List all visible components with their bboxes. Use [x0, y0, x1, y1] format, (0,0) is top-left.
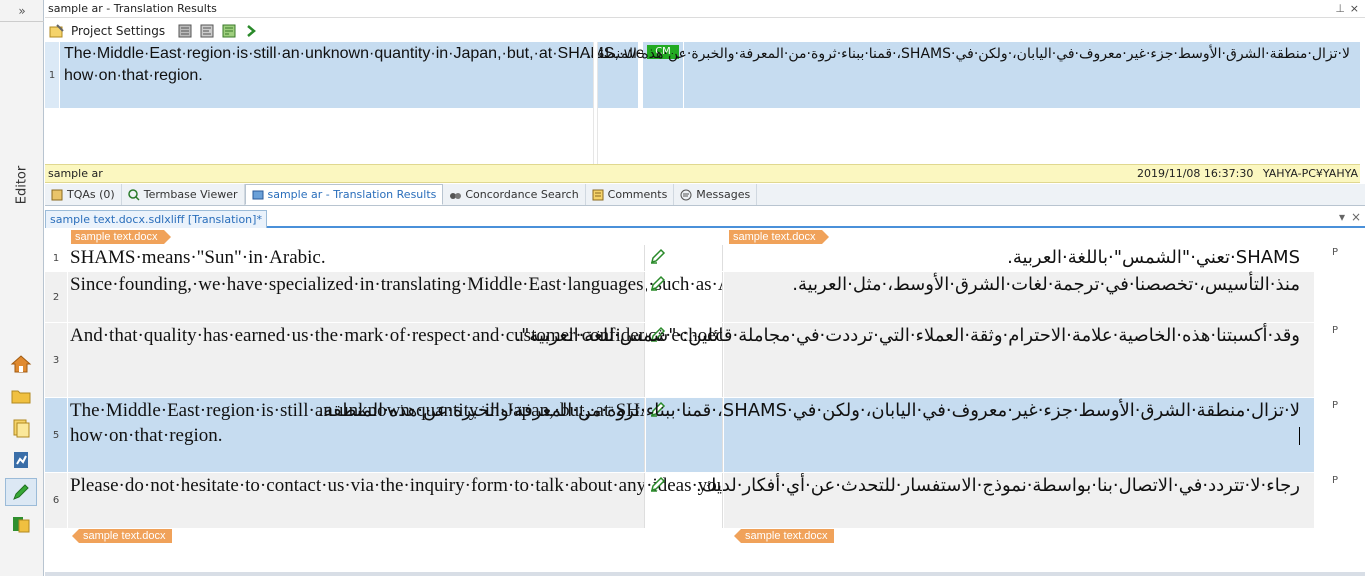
segment-target-editing[interactable]: لا·تزال·منطقة·الشرق·الأوسط·جزء·غير·معروف… [318, 398, 1314, 472]
translation-results-title: sample ar - Translation Results ⊥ × [45, 0, 1365, 18]
result-status-bar: sample ar 2019/11/08 16:37:30 YAHYA-PC¥Y… [45, 164, 1360, 183]
segment-row-3[interactable]: 3 And·that·quality·has·earned·us·the·mar… [45, 323, 1365, 397]
translated-pen-icon [649, 274, 667, 292]
tab-termbase-viewer[interactable]: Termbase Viewer [122, 184, 245, 205]
close-document-icon[interactable]: × [1351, 210, 1361, 224]
segment-row-1[interactable]: 1 SHAMS·means·"Sun"·in·Arabic. SHAMS·تعن… [45, 245, 1365, 271]
view-options-icon-2[interactable] [199, 23, 215, 39]
home-icon[interactable] [5, 350, 37, 378]
tab-concordance-search[interactable]: Concordance Search [443, 184, 586, 205]
editor-grid: sample text.docx sample text.docx 1 SHAM… [45, 230, 1365, 576]
chevron-down-icon[interactable]: ▾ [1339, 210, 1345, 224]
segment-number: 1 [52, 252, 60, 264]
collapse-rail-button[interactable]: » [0, 0, 44, 22]
close-icon[interactable]: × [1350, 0, 1359, 18]
segment-row-2[interactable]: 2 Since·founding,·we·have·specialized·in… [45, 272, 1365, 322]
result-user: YAHYA-PC¥YAHYA [1262, 167, 1358, 180]
file-end-tag-target: sample text.docx [734, 529, 834, 543]
translation-results-icon [252, 189, 264, 201]
document-tab-bar: sample text.docx.sdlxliff [Translation]*… [45, 208, 1365, 228]
segment-target[interactable]: SHAMS·تعني·"الشمس"·باللغة·العربية. [724, 245, 1314, 271]
files-icon[interactable] [5, 414, 37, 442]
project-settings-icon[interactable] [49, 23, 65, 39]
project-settings-button[interactable]: Project Settings [71, 24, 165, 38]
segment-status [646, 245, 724, 271]
segment-source: Please·do·not·hesitate·to·contact·us·via… [68, 473, 773, 528]
segment-number: 6 [45, 473, 67, 528]
results-divider [593, 42, 598, 164]
app-window: { "rail": { "label": "Editor", "top_togg… [0, 0, 1365, 576]
result-timestamp: 2019/11/08 16:37:30 [1137, 167, 1254, 180]
side-rail: » Editor [0, 0, 44, 576]
tab-tqas[interactable]: TQAs (0) [45, 184, 122, 205]
tab-translation-results[interactable]: sample ar - Translation Results [244, 184, 444, 205]
file-start-tag-target: sample text.docx [729, 230, 829, 244]
segment-number: 2 [45, 272, 67, 322]
text-caret [1299, 427, 1300, 445]
translated-pen-icon [649, 247, 667, 265]
tab-messages[interactable]: Messages [674, 184, 758, 205]
file-end-tag-source: sample text.docx [72, 529, 172, 543]
segment-source: Since·founding,·we·have·specialized·in·t… [68, 272, 774, 322]
paragraph-marker: P [1332, 475, 1339, 486]
paragraph-marker: P [1332, 247, 1339, 258]
editor-bottom-border [45, 572, 1365, 576]
segment-target[interactable]: وقد·أكسبتنا·هذه·الخاصية·علامة·الاحترام·و… [515, 323, 1314, 397]
result-source-text: The·Middle·East·region·is·still·an·unkno… [60, 42, 989, 108]
segment-target[interactable]: رجاء·لا·تتردد·في·الاتصال·بنا·بواسطة·نموذ… [696, 473, 1314, 528]
tqa-icon [51, 189, 63, 201]
paragraph-marker: P [1332, 325, 1339, 336]
translated-pen-icon [649, 475, 667, 493]
result-origin: sample ar [48, 167, 103, 180]
editor-view-label: Editor [14, 165, 30, 205]
segment-row-5-active[interactable]: 5 The·Middle·East·region·is·still·an·unk… [45, 398, 1365, 472]
segment-number: 5 [45, 398, 67, 472]
file-start-tag-source: sample text.docx [71, 230, 171, 244]
segment-row-6[interactable]: 6 Please·do·not·hesitate·to·contact·us·v… [45, 473, 1365, 528]
result-number: 1 [45, 42, 59, 108]
view-options-icon-3[interactable] [221, 23, 237, 39]
view-options-icon-1[interactable] [177, 23, 193, 39]
result-target-text: لا·تزال·منطقة·الشرق·الأوسط·جزء·غير·معروف… [586, 42, 1360, 108]
editor-pen-icon[interactable] [5, 478, 37, 506]
messages-icon [680, 189, 692, 201]
translation-result-row[interactable]: 1 The·Middle·East·region·is·still·an·unk… [45, 42, 1360, 108]
document-tab[interactable]: sample text.docx.sdlxliff [Translation]* [45, 210, 267, 228]
folder-icon[interactable] [5, 382, 37, 410]
tab-comments[interactable]: Comments [586, 184, 675, 205]
segment-number: 3 [45, 323, 67, 397]
comments-icon [592, 189, 604, 201]
bottom-panel-tabs: TQAs (0) Termbase Viewer sample ar - Tra… [45, 184, 1365, 206]
segment-status [646, 272, 724, 322]
chevron-right-icon[interactable] [243, 23, 259, 39]
concordance-icon [449, 189, 462, 201]
reports-icon[interactable] [5, 446, 37, 474]
translation-results-toolbar: Project Settings [45, 19, 1365, 42]
segment-target[interactable]: منذ·التأسيس،·تخصصنا·في·ترجمة·لغات·الشرق·… [724, 272, 1314, 322]
paragraph-marker: P [1332, 400, 1339, 411]
translation-memories-icon[interactable] [5, 510, 37, 538]
termbase-icon [127, 188, 140, 201]
pin-icon[interactable]: ⊥ [1335, 0, 1345, 18]
segment-source: SHAMS·means·"Sun"·in·Arabic. [70, 247, 326, 268]
